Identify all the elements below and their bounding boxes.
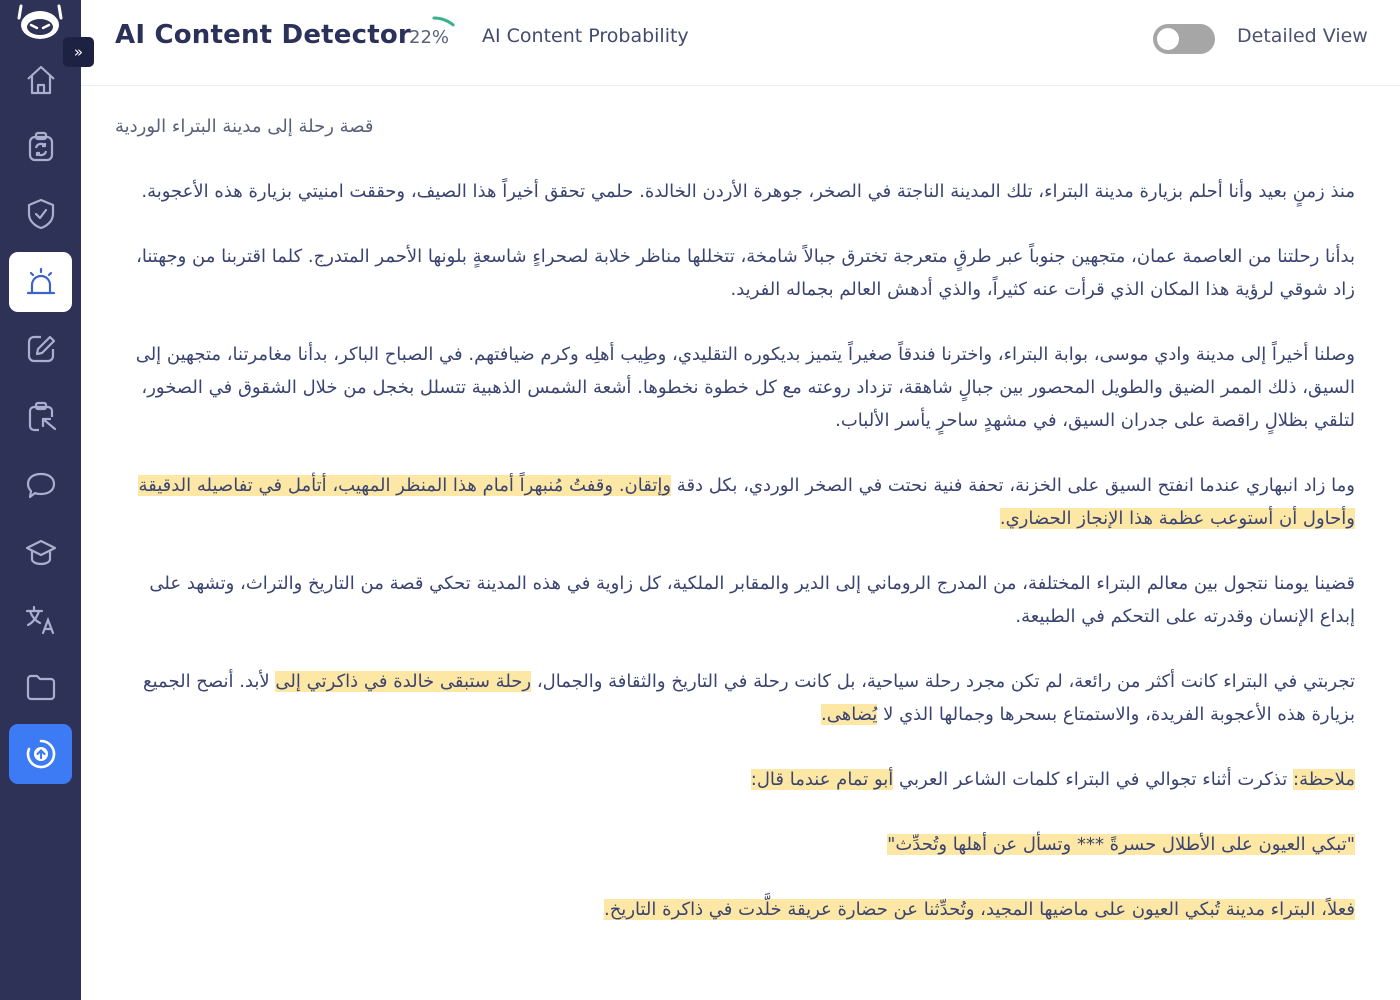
text-segment: منذ زمنٍ بعيد وأنا أحلم بزيارة مدينة الب… bbox=[141, 181, 1355, 202]
expand-sidebar-button[interactable]: » bbox=[63, 37, 94, 67]
shield-check-icon bbox=[27, 198, 54, 230]
robot-logo-icon[interactable] bbox=[15, 4, 65, 40]
text-segment: تجربتي في البتراء كانت أكثر من رائعة، لم… bbox=[531, 671, 1355, 692]
clipboard-refresh-icon bbox=[28, 131, 53, 162]
probability-value: 22% bbox=[409, 27, 450, 48]
sidebar-item-paraphraser[interactable] bbox=[9, 117, 72, 177]
home-icon bbox=[26, 65, 55, 95]
alarm-light-icon bbox=[26, 267, 55, 295]
sidebar-item-ai-detector[interactable] bbox=[9, 252, 72, 312]
probability-gauge-arc bbox=[432, 16, 455, 27]
sidebar-item-upgrade[interactable] bbox=[9, 724, 72, 784]
sidebar-item-learning[interactable] bbox=[9, 522, 72, 582]
sidebar-item-files[interactable] bbox=[9, 657, 72, 717]
probability-label: AI Content Probability bbox=[482, 25, 689, 47]
text-segment: وصلنا أخيراً إلى مدينة وادي موسى، بوابة … bbox=[135, 344, 1355, 431]
ai-highlighted-segment: رحلة ستبقى خالدة في ذاكرتي إلى bbox=[275, 671, 532, 692]
paragraph: تجربتي في البتراء كانت أكثر من رائعة، لم… bbox=[115, 665, 1355, 731]
paragraph: ملاحظة: تذكرت أثناء تجوالي في البتراء كل… bbox=[115, 763, 1355, 796]
text-segment: وما زاد انبهاري عندما انفتح السيق على ال… bbox=[671, 475, 1355, 496]
paragraph: وما زاد انبهاري عندما انفتح السيق على ال… bbox=[115, 469, 1355, 535]
text-segment: تذكرت أثناء تجوالي في البتراء كلمات الشا… bbox=[893, 769, 1293, 790]
text-segment: قضينا يومنا نتجول بين معالم البتراء المخ… bbox=[149, 573, 1355, 627]
detailed-view-toggle[interactable] bbox=[1153, 24, 1215, 54]
sidebar-item-writer[interactable] bbox=[9, 319, 72, 379]
paragraph: "تبكي العيون على الأطلال حسرةً *** وتسأل… bbox=[115, 828, 1355, 861]
document-title: قصة رحلة إلى مدينة البتراء الوردية bbox=[115, 116, 374, 137]
paragraph: قضينا يومنا نتجول بين معالم البتراء المخ… bbox=[115, 567, 1355, 633]
sidebar-item-chat[interactable] bbox=[9, 455, 72, 515]
sidebar-item-translator[interactable] bbox=[9, 590, 72, 650]
ai-highlighted-segment: فعلاً، البتراء مدينة تُبكي العيون على ما… bbox=[603, 899, 1355, 920]
paragraph: فعلاً، البتراء مدينة تُبكي العيون على ما… bbox=[115, 893, 1355, 926]
ai-highlighted-segment: أبو تمام عندما قال: bbox=[750, 769, 894, 790]
ai-highlighted-segment: يُضاهى. bbox=[821, 704, 878, 725]
edit-icon bbox=[27, 335, 55, 363]
text-segment: بدأنا رحلتنا من العاصمة عمان، متجهين جنو… bbox=[136, 246, 1355, 300]
paragraph: منذ زمنٍ بعيد وأنا أحلم بزيارة مدينة الب… bbox=[115, 175, 1355, 208]
detailed-view-label: Detailed View bbox=[1237, 25, 1368, 47]
sidebar-item-plagiarism[interactable] bbox=[9, 184, 72, 244]
folder-icon bbox=[26, 674, 55, 701]
chat-bubble-icon bbox=[26, 472, 55, 499]
double-chevron-right-icon: » bbox=[73, 43, 83, 61]
clipboard-cursor-icon bbox=[28, 401, 56, 432]
header: AI Content Detector 22% AI Content Proba… bbox=[81, 0, 1400, 86]
page-title: AI Content Detector bbox=[115, 20, 411, 50]
document-paragraphs: منذ زمنٍ بعيد وأنا أحلم بزيارة مدينة الب… bbox=[115, 175, 1355, 926]
ai-highlighted-segment: ملاحظة: bbox=[1293, 769, 1355, 790]
upgrade-icon bbox=[26, 739, 55, 769]
graduation-cap-icon bbox=[25, 539, 56, 566]
paragraph: بدأنا رحلتنا من العاصمة عمان، متجهين جنو… bbox=[115, 240, 1355, 306]
document-content: قصة رحلة إلى مدينة البتراء الوردية منذ ز… bbox=[115, 110, 1355, 958]
sidebar: » bbox=[0, 0, 94, 1000]
paragraph: وصلنا أخيراً إلى مدينة وادي موسى، بوابة … bbox=[115, 338, 1355, 437]
sidebar-item-summarizer[interactable] bbox=[9, 387, 72, 447]
translate-icon bbox=[25, 605, 54, 635]
ai-highlighted-segment: "تبكي العيون على الأطلال حسرةً *** وتسأل… bbox=[887, 834, 1355, 855]
toggle-knob bbox=[1157, 28, 1179, 50]
